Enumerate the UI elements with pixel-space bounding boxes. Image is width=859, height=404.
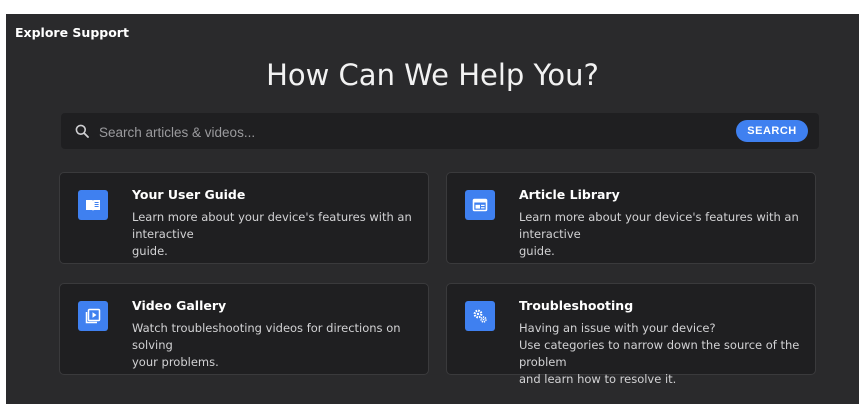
play-video-icon xyxy=(78,301,108,331)
search-bar: SEARCH xyxy=(61,113,819,151)
card-description: Learn more about your device's features … xyxy=(519,210,799,258)
card-description: Watch troubleshooting videos for directi… xyxy=(132,321,401,369)
section-label: Explore Support xyxy=(15,25,129,40)
card-description: Having an issue with your device? Use ca… xyxy=(519,321,800,386)
card-video-gallery[interactable]: Video Gallery Watch troubleshooting vide… xyxy=(59,283,429,375)
card-title: Your User Guide xyxy=(132,187,246,202)
search-input[interactable] xyxy=(97,113,721,151)
search-icon xyxy=(75,124,89,138)
card-title: Article Library xyxy=(519,187,620,202)
card-title: Troubleshooting xyxy=(519,298,634,313)
book-icon xyxy=(78,190,108,220)
support-panel: Explore Support How Can We Help You? SEA… xyxy=(6,14,859,404)
card-article-library[interactable]: Article Library Learn more about your de… xyxy=(446,172,816,264)
browser-window-icon xyxy=(465,190,495,220)
card-user-guide[interactable]: Your User Guide Learn more about your de… xyxy=(59,172,429,264)
page-title: How Can We Help You? xyxy=(266,58,599,92)
card-troubleshooting[interactable]: Troubleshooting Having an issue with you… xyxy=(446,283,816,386)
card-title: Video Gallery xyxy=(132,298,227,313)
card-description: Learn more about your device's features … xyxy=(132,210,412,258)
search-button[interactable]: SEARCH xyxy=(736,120,808,142)
gears-icon xyxy=(465,301,495,331)
